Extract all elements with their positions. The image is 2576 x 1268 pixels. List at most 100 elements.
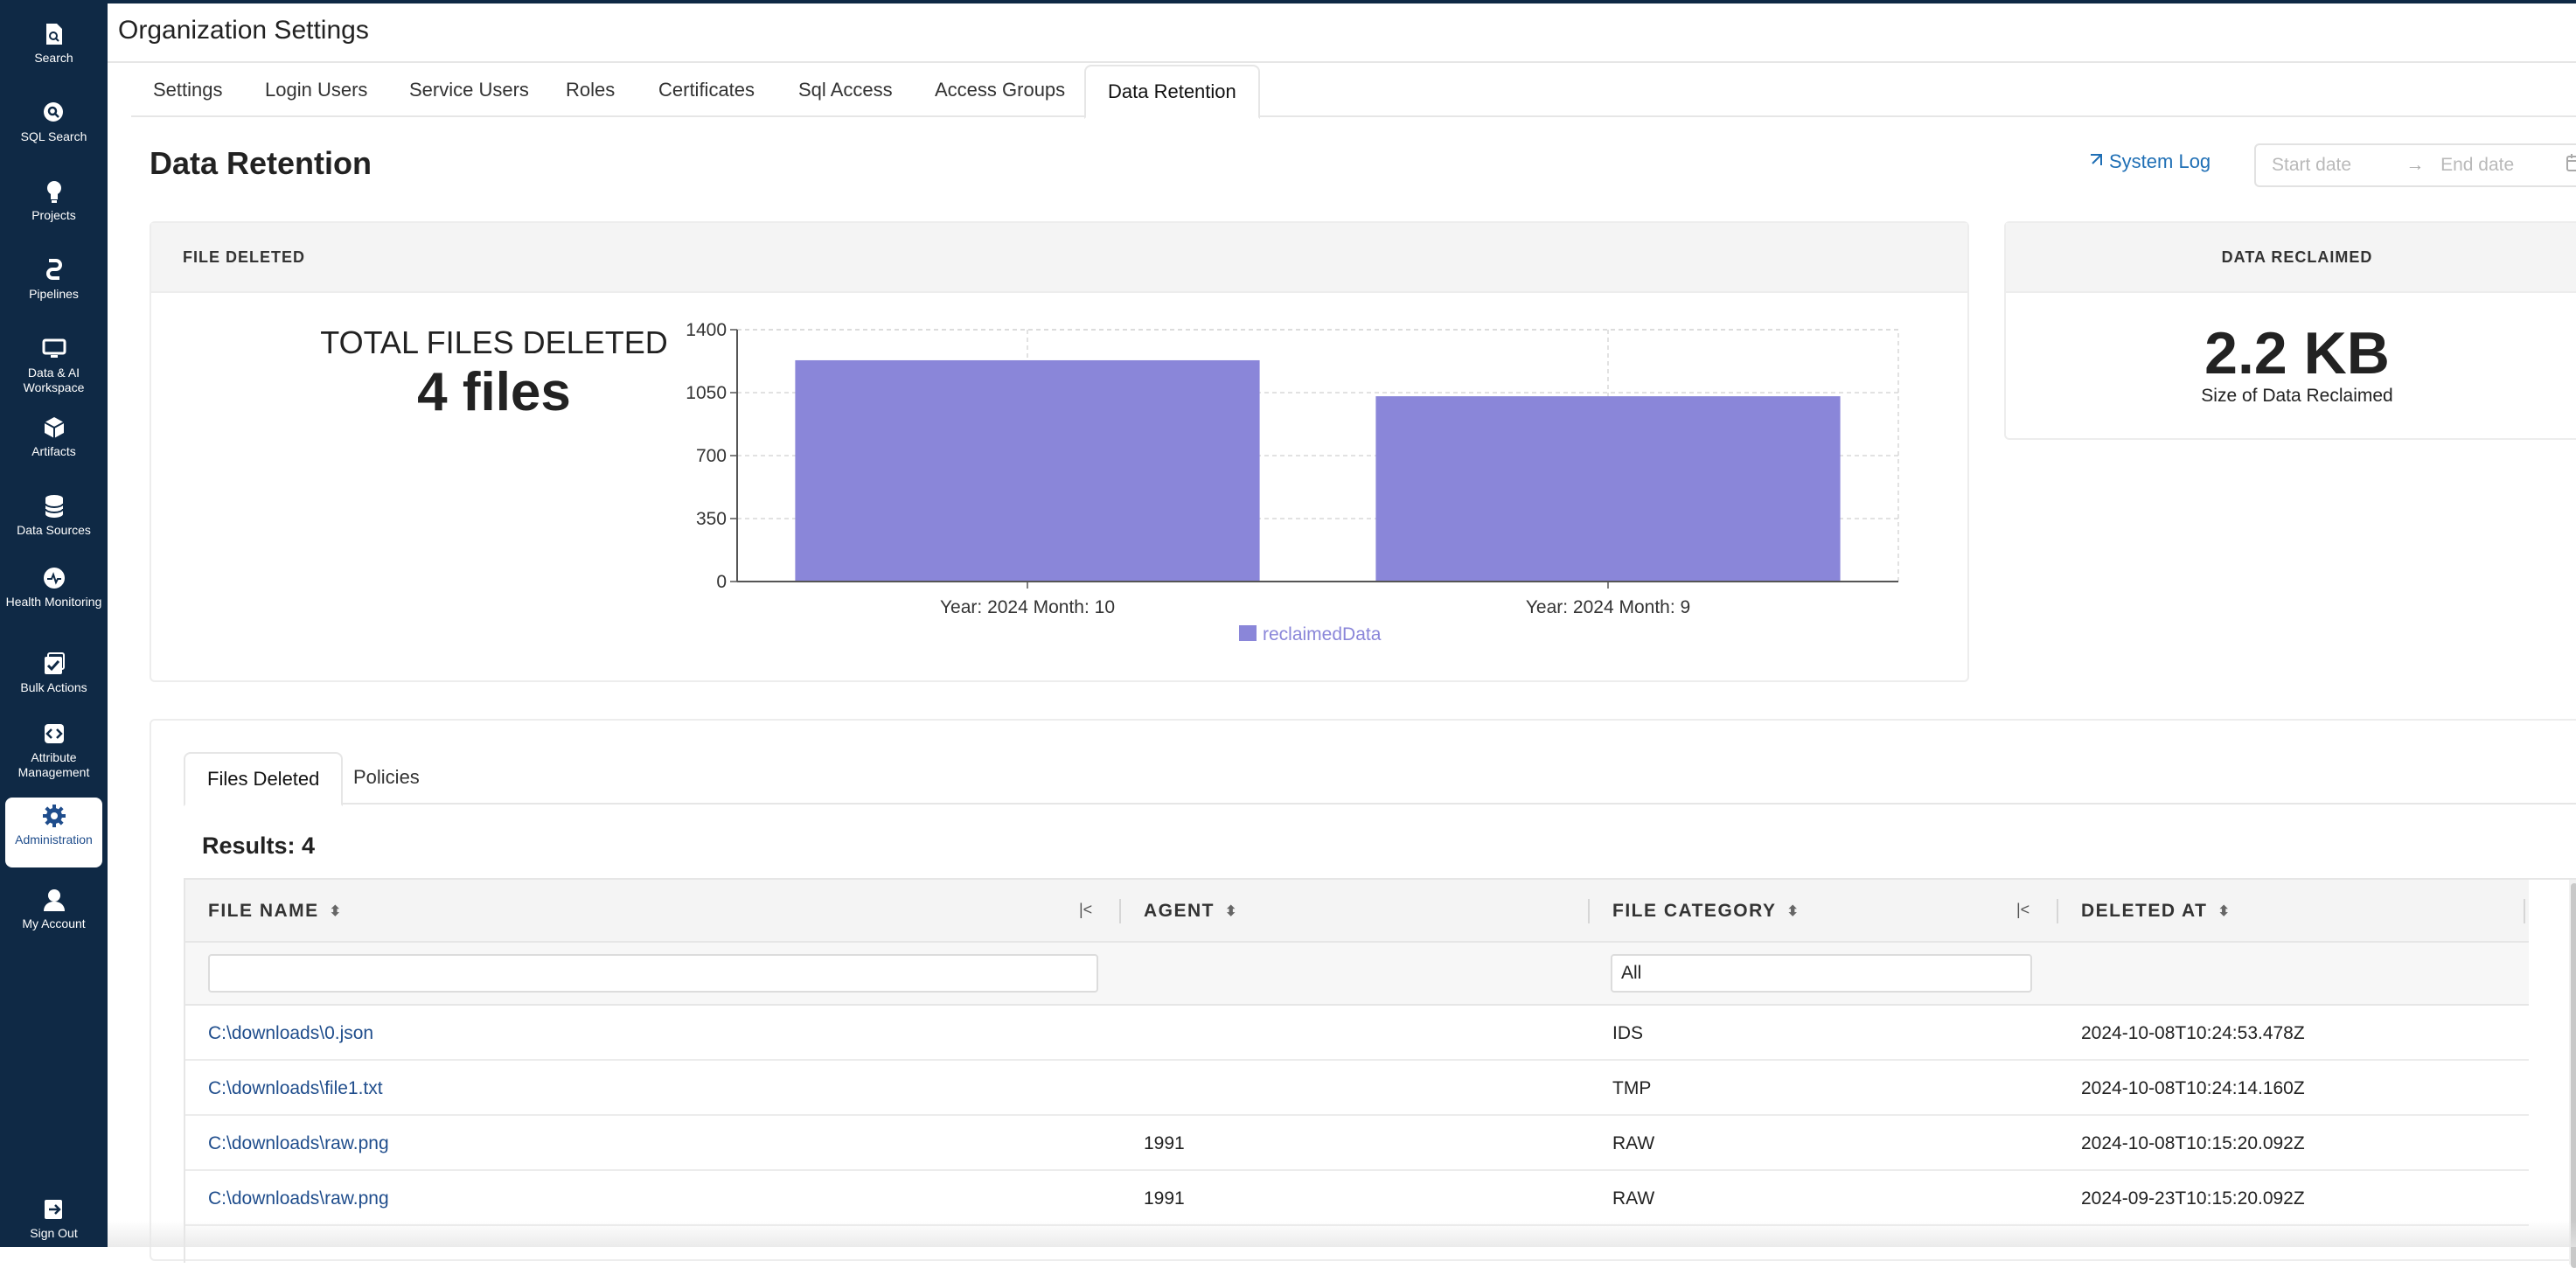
tab-settings[interactable]: Settings [131,65,245,117]
files-subtabs: Files Deleted Policies [184,752,2576,806]
start-date-input[interactable]: Start date [2272,155,2398,176]
col-label: FILE NAME [208,901,319,921]
col-file-category[interactable]: FILE CATEGORY ⬍ [1612,880,1800,943]
tab-files-deleted[interactable]: Files Deleted [184,752,344,806]
file-category-filter-select[interactable]: All [1611,954,2032,993]
tab-login-users[interactable]: Login Users [243,65,389,117]
file-name-link[interactable]: C:\downloads\0.json [208,1006,373,1061]
table-row[interactable]: C:\downloads\0.json IDS 2024-10-08T10:24… [185,1006,2529,1061]
deleted-at-cell: 2024-10-08T10:24:14.160Z [2081,1078,2305,1098]
file-deleted-card: FILE DELETED TOTAL FILES DELETED 4 files… [150,221,1969,682]
end-date-input[interactable]: End date [2440,155,2559,176]
nav-data-sources[interactable]: Data Sources [5,488,102,558]
tab-certificates[interactable]: Certificates [637,65,776,117]
collapse-column-icon[interactable]: |< [2016,901,2029,919]
y-tick-label: 700 [696,446,727,466]
col-label: AGENT [1144,901,1215,921]
data-reclaimed-card: DATA RECLAIMED 2.2 KB Size of Data Recla… [2004,221,2576,440]
file-name-filter-input[interactable] [208,954,1098,993]
column-divider[interactable] [2524,899,2525,923]
tab-roles[interactable]: Roles [544,65,637,117]
col-deleted-at[interactable]: DELETED AT ⬍ [2081,880,2231,943]
bottom-fade [108,1221,2576,1247]
lightbulb-icon [40,178,68,205]
nav-label: My Account [22,916,86,930]
tab-sql-access[interactable]: Sql Access [776,65,915,117]
legend-label: reclaimedData [1263,624,1382,644]
reclaimed-data-chart: 0 350 700 1050 1400 Year: 2024 Month: 10 Year:… [686,320,1899,644]
code-icon [40,721,68,747]
nav-sql-search[interactable]: SQL Search [5,94,102,164]
sign-out-icon [40,1196,68,1223]
nav-label: Pipelines [29,287,79,301]
agent-cell: 1991 [1144,1188,1185,1209]
sort-icon[interactable]: ⬍ [2218,902,2231,920]
table-header: FILE NAME ⬍ |< AGENT ⬍ FILE CATEGORY ⬍ |… [185,880,2529,943]
nav-search[interactable]: Search [5,16,102,86]
reclaimed-value: 2.2 KB [2204,320,2390,387]
nav-my-account[interactable]: My Account [5,881,102,951]
pipeline-icon [40,257,68,283]
legend-swatch [1239,625,1257,641]
bar [1375,396,1841,582]
column-divider[interactable] [1588,899,1590,923]
deleted-at-cell: 2024-10-08T10:15:20.092Z [2081,1133,2305,1153]
y-tick-label: 350 [696,509,727,529]
cube-icon [40,415,68,441]
tab-policies[interactable]: Policies [331,752,442,805]
bulk-check-icon [40,651,68,677]
agent-cell: 1991 [1144,1133,1185,1153]
nav-health-monitoring[interactable]: Health Monitoring [5,560,102,640]
collapse-column-icon[interactable]: |< [1079,901,1092,919]
col-agent[interactable]: AGENT ⬍ [1144,880,1238,943]
nav-data-ai-workspace[interactable]: Data & AI Workspace [5,331,102,411]
sql-search-icon [40,100,68,126]
filter-row: All [185,943,2529,1006]
table-scrollbar[interactable] [2569,880,2576,1268]
system-log-link[interactable]: System Log [2088,150,2210,173]
user-icon [40,887,68,913]
gear-icon [40,803,68,829]
tab-service-users[interactable]: Service Users [387,65,551,117]
scrollbar-thumb[interactable] [2571,883,2576,1268]
y-tick-label: 1400 [686,320,727,340]
column-divider[interactable] [2057,899,2058,923]
nav-attribute-management[interactable]: Attribute Management [5,715,102,796]
x-tick-label: Year: 2024 Month: 10 [940,597,1115,617]
page-header: Organization Settings [108,3,2576,63]
tab-access-groups[interactable]: Access Groups [913,65,1087,117]
date-range-picker[interactable]: Start date → End date [2254,143,2576,187]
nav-artifacts[interactable]: Artifacts [5,409,102,479]
nav-label: Search [34,51,73,65]
nav-label: Attribute Management [17,750,90,779]
col-label: DELETED AT [2081,901,2208,921]
tab-data-retention[interactable]: Data Retention [1084,65,1260,119]
system-log-label: System Log [2109,150,2211,172]
calendar-icon [2566,153,2576,178]
section-title: Data Retention [150,145,372,181]
sort-icon[interactable]: ⬍ [1787,902,1800,920]
y-tick-label: 0 [716,572,727,592]
nav-label: Health Monitoring [5,595,102,609]
card-header: DATA RECLAIMED [2006,223,2576,293]
nav-label: Artifacts [31,444,76,458]
nav-projects[interactable]: Projects [5,173,102,243]
sort-icon[interactable]: ⬍ [330,902,343,920]
file-name-link[interactable]: C:\downloads\raw.png [208,1171,389,1226]
table-row[interactable]: C:\downloads\file1.txt TMP 2024-10-08T10… [185,1061,2529,1116]
sign-out-button[interactable]: Sign Out [5,1191,102,1247]
file-name-link[interactable]: C:\downloads\file1.txt [208,1061,383,1116]
table-row[interactable]: C:\downloads\raw.png 1991 RAW 2024-09-23… [185,1171,2529,1226]
nav-label: Data Sources [17,523,91,537]
nav-bulk-actions[interactable]: Bulk Actions [5,645,102,715]
nav-label: SQL Search [20,129,87,143]
nav-pipelines[interactable]: Pipelines [5,252,102,322]
table-row[interactable]: C:\downloads\raw.png 1991 RAW 2024-10-08… [185,1116,2529,1171]
sort-icon[interactable]: ⬍ [1225,902,1238,920]
col-file-name[interactable]: FILE NAME ⬍ [208,880,343,943]
nav-administration[interactable]: Administration [5,798,102,867]
file-name-link[interactable]: C:\downloads\raw.png [208,1116,389,1171]
column-divider[interactable] [1119,899,1121,923]
category-cell: RAW [1612,1133,1655,1153]
search-doc-icon [40,21,68,47]
